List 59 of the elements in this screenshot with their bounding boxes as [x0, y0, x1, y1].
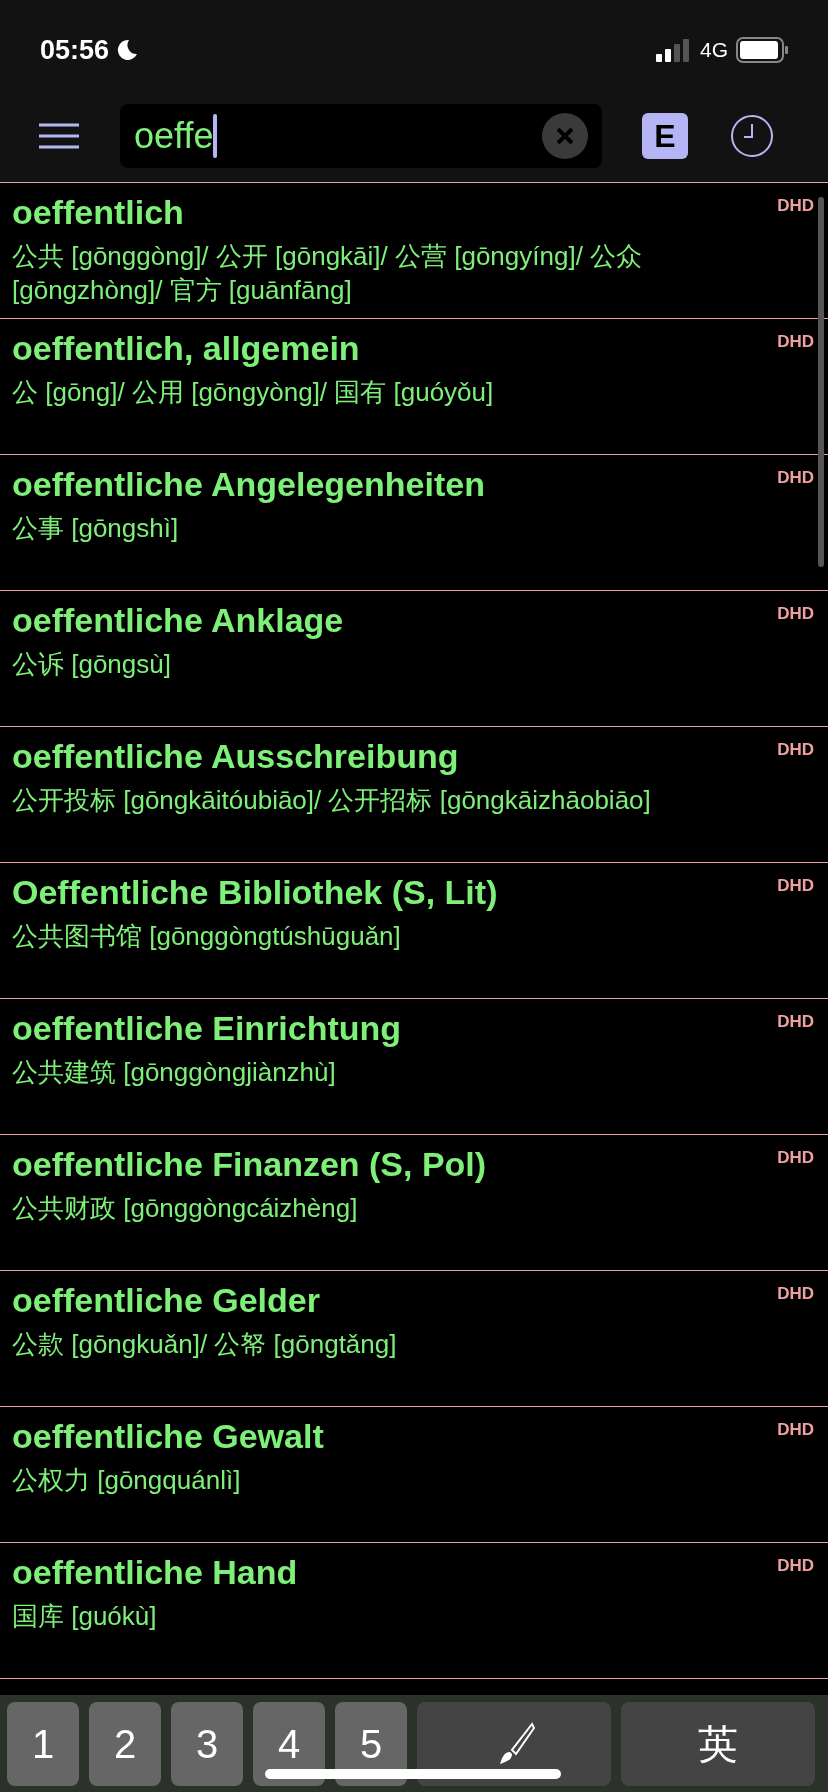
mode-button[interactable]: E — [642, 113, 688, 159]
result-row[interactable]: oeffentliche Gelder DHD 公款 [gōngkuǎn]/ 公帑 [gōngtǎng] — [0, 1271, 828, 1407]
translation: 公共财政 [gōnggòngcáizhèng] — [12, 1192, 359, 1225]
number-key[interactable]: 1 — [7, 1702, 79, 1786]
headword: oeffentlich — [12, 192, 184, 233]
search-field[interactable]: oeffe — [120, 104, 602, 168]
number-key[interactable]: 2 — [89, 1702, 161, 1786]
translation: 公共建筑 [gōnggòngjiànzhù] — [12, 1056, 337, 1089]
headword: oeffentliche Finanzen (S, Pol) — [12, 1144, 487, 1185]
translation: 公诉 [gōngsù] — [12, 648, 172, 681]
source-label: DHD — [777, 331, 814, 353]
menu-icon[interactable] — [38, 123, 80, 149]
headword: oeffentliche Hand — [12, 1552, 298, 1593]
translation: 公共图书馆 [gōnggòngtúshūguǎn] — [12, 920, 402, 953]
source-label: DHD — [777, 1555, 814, 1577]
translation: 国库 [guókù] — [12, 1600, 158, 1633]
source-label: DHD — [777, 1147, 814, 1169]
source-label: DHD — [777, 467, 814, 489]
result-row[interactable]: oeffentliche Angelegenheiten DHD 公事 [gōngshì] — [0, 455, 828, 591]
translation: 公权力 [gōngquánlì] — [12, 1464, 242, 1497]
headword: oeffentlich, allgemein — [12, 328, 360, 369]
moon-icon — [115, 38, 140, 62]
source-label: DHD — [777, 739, 814, 761]
clock-icon[interactable] — [730, 114, 774, 158]
source-label: DHD — [777, 1283, 814, 1305]
signal-icon — [656, 38, 692, 62]
source-label: DHD — [777, 1011, 814, 1033]
source-label: DHD — [777, 1419, 814, 1441]
result-row[interactable]: oeffentlich, allgemein DHD 公 [gōng]/ 公用 [gōngyòng]/ 国有 [guóyǒu] — [0, 319, 828, 455]
translation: 公款 [gōngkuǎn]/ 公帑 [gōngtǎng] — [12, 1328, 398, 1361]
brush-key[interactable] — [417, 1702, 611, 1786]
language-key[interactable]: 英 — [621, 1702, 815, 1786]
headword: oeffentliche Einrichtung — [12, 1008, 402, 1049]
translation: 公 [gōng]/ 公用 [gōngyòng]/ 国有 [guóyǒu] — [12, 376, 495, 409]
network-label: 4G — [700, 37, 728, 64]
result-row[interactable]: Oeffentliche Bibliothek (S, Lit) DHD 公共图书馆 [gōnggòngtúshūguǎn] — [0, 863, 828, 999]
number-key[interactable]: 4 — [253, 1702, 325, 1786]
headword: oeffentliche Angelegenheiten — [12, 464, 485, 505]
source-label: DHD — [777, 195, 814, 217]
result-row[interactable]: oeffentliche Hand DHD 国库 [guókù] — [0, 1543, 828, 1679]
headword: oeffentliche Anklage — [12, 600, 344, 641]
source-label: DHD — [777, 603, 814, 625]
result-row[interactable]: oeffentliche Anklage DHD 公诉 [gōngsù] — [0, 591, 828, 727]
result-row[interactable]: oeffentliche Ausschreibung DHD 公开投标 [gōngkāitóubiāo]/ 公开招标 [gōngkāizhāobiāo] — [0, 727, 828, 863]
status-time: 05:56 — [40, 33, 110, 67]
result-row[interactable]: oeffentliche Einrichtung DHD 公共建筑 [gōnggòngjiànzhù] — [0, 999, 828, 1135]
source-label: DHD — [777, 875, 814, 897]
translation: 公开投标 [gōngkāitóubiāo]/ 公开招标 [gōngkāizhāobiāo] — [12, 784, 652, 817]
number-key[interactable]: 3 — [171, 1702, 243, 1786]
battery-icon — [736, 37, 788, 63]
headword: oeffentliche Gelder — [12, 1280, 320, 1321]
headword: oeffentliche Ausschreibung — [12, 736, 459, 777]
result-row[interactable]: oeffentlich DHD 公共 [gōnggòng]/ 公开 [gōngkāi]/ 公营 [gōngyíng]/ 公众 [gōngzhòng]/ 官方 [guānfāng] — [0, 183, 828, 319]
result-row[interactable]: oeffentliche Finanzen (S, Pol) DHD 公共财政 [gōnggòngcáizhèng] — [0, 1135, 828, 1271]
headword: Oeffentliche Bibliothek (S, Lit) — [12, 872, 498, 913]
headword: oeffentliche Gewalt — [12, 1416, 324, 1457]
result-row[interactable]: oeffentliche Gewalt DHD 公权力 [gōngquánlì] — [0, 1407, 828, 1543]
translation: 公事 [gōngshì] — [12, 512, 180, 545]
translation: 公共 [gōnggòng]/ 公开 [gōngkāi]/ 公营 [gōngyíng]/ 公众 [gōngzhòng]/ 官方 [guānfāng] — [12, 240, 644, 307]
